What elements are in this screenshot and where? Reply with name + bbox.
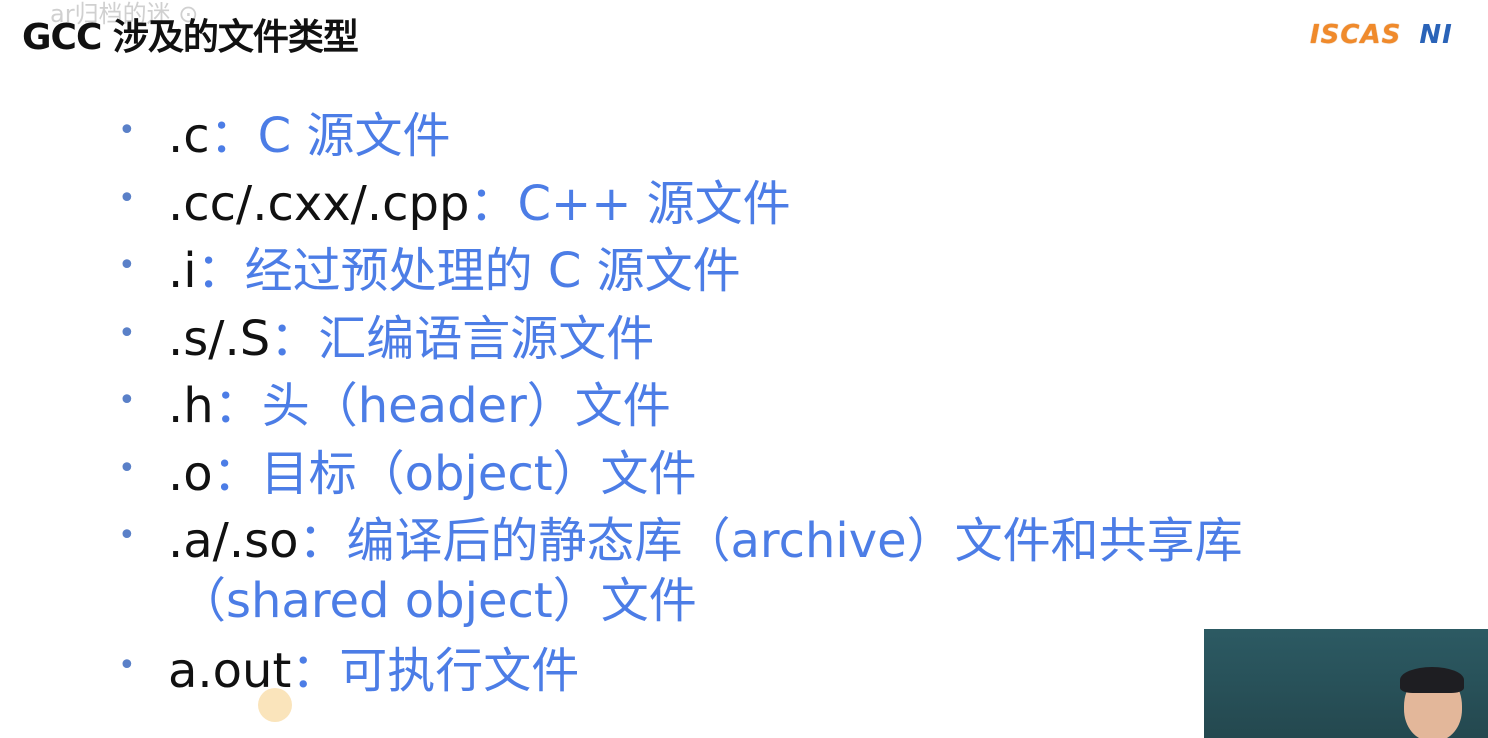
separator: ： bbox=[196, 243, 245, 299]
slide-title: GCC 涉及的文件类型 bbox=[22, 17, 359, 58]
pointer-highlight bbox=[258, 688, 292, 722]
list-item-content: .o：目标（object）文件 bbox=[168, 444, 1408, 504]
file-description: C 源文件 bbox=[257, 108, 451, 164]
file-description: 目标（object）文件 bbox=[260, 445, 697, 502]
list-item-content: .i：经过预处理的 C 源文件 bbox=[168, 241, 1408, 301]
list-item: • .cc/.cxx/.cpp：C++ 源文件 bbox=[118, 174, 1418, 242]
separator: ： bbox=[209, 108, 258, 164]
file-description: C++ 源文件 bbox=[517, 175, 791, 232]
file-extension: .o bbox=[168, 445, 213, 502]
list-item: • .s/.S：汇编语言源文件 bbox=[118, 309, 1418, 377]
logo-primary-text: ISCAS bbox=[1310, 20, 1402, 50]
list-item-content: .cc/.cxx/.cpp：C++ 源文件 bbox=[168, 174, 1408, 234]
file-type-list: • .c：C 源文件 • .cc/.cxx/.cpp：C++ 源文件 • .i：… bbox=[118, 106, 1418, 709]
list-item: • .a/.so：编译后的静态库（archive）文件和共享库 （shared … bbox=[118, 511, 1418, 641]
presentation-slide: ar归档的迷 ⊙ GCC 涉及的文件类型 ISCAS NI • .c：C 源文件 … bbox=[0, 0, 1488, 738]
file-extension: .c bbox=[168, 108, 210, 164]
file-extension: .a/.so bbox=[168, 513, 299, 569]
separator: ： bbox=[213, 378, 262, 434]
bullet-icon: • bbox=[118, 648, 136, 683]
list-item-content: .c：C 源文件 bbox=[168, 106, 1408, 166]
list-item-content: .a/.so：编译后的静态库（archive）文件和共享库 （shared ob… bbox=[168, 511, 1408, 631]
list-item: • .c：C 源文件 bbox=[118, 106, 1418, 174]
list-item-content: .h：头（header）文件 bbox=[168, 376, 1408, 436]
list-item: • .i：经过预处理的 C 源文件 bbox=[118, 241, 1418, 309]
separator: ： bbox=[270, 310, 319, 367]
list-item: • .h：头（header）文件 bbox=[118, 376, 1418, 444]
file-description: 可执行文件 bbox=[339, 643, 580, 699]
file-extension: .i bbox=[168, 243, 197, 299]
file-extension: .s/.S bbox=[168, 310, 271, 367]
file-description: 经过预处理的 C 源文件 bbox=[244, 243, 741, 299]
bullet-icon: • bbox=[118, 113, 136, 148]
bullet-icon: • bbox=[118, 450, 136, 486]
presenter-hair bbox=[1400, 667, 1464, 693]
list-item-content: .s/.S：汇编语言源文件 bbox=[168, 309, 1408, 369]
list-item: • .o：目标（object）文件 bbox=[118, 444, 1418, 512]
file-description: 头（header）文件 bbox=[261, 378, 671, 434]
bullet-icon: • bbox=[118, 180, 136, 216]
file-description: 汇编语言源文件 bbox=[318, 310, 655, 367]
separator: ： bbox=[212, 445, 261, 502]
separator: ： bbox=[469, 175, 518, 232]
bullet-icon: • bbox=[118, 383, 136, 418]
separator: ： bbox=[298, 513, 347, 569]
bullet-icon: • bbox=[118, 315, 136, 351]
webcam-overlay bbox=[1204, 629, 1488, 738]
file-extension: .cc/.cxx/.cpp bbox=[168, 175, 470, 232]
institution-logo: ISCAS NI bbox=[1310, 20, 1453, 50]
bullet-icon: • bbox=[118, 248, 136, 283]
file-extension: .h bbox=[168, 378, 214, 434]
file-description-continued: （shared object）文件 bbox=[178, 573, 697, 629]
logo-secondary-text: NI bbox=[1419, 20, 1453, 50]
bullet-icon: • bbox=[118, 518, 136, 553]
separator: ： bbox=[291, 643, 340, 699]
file-description: 编译后的静态库（archive）文件和共享库 bbox=[346, 513, 1243, 569]
